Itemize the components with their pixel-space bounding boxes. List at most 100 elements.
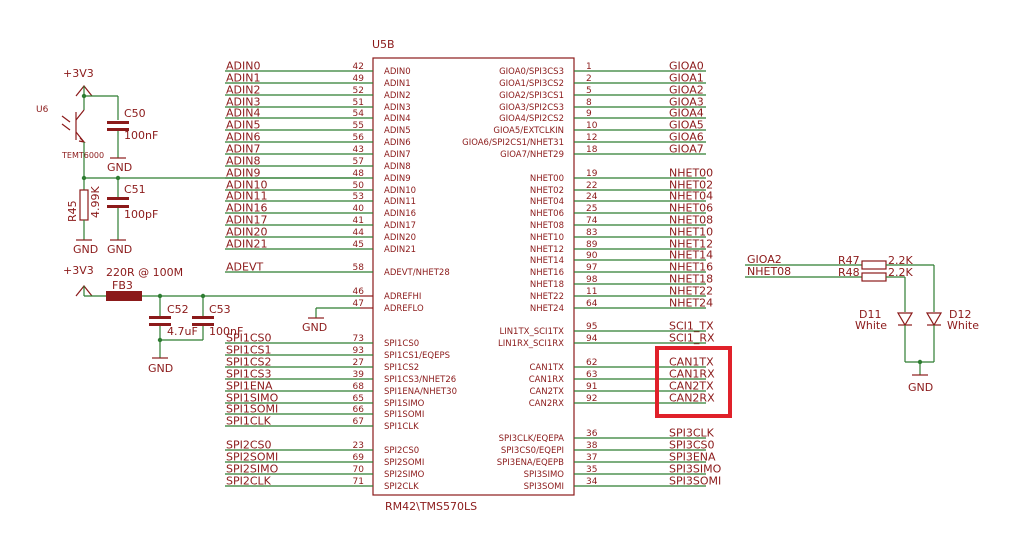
d12-led	[925, 312, 943, 327]
pin-name: ADIN7	[384, 150, 411, 160]
pin-name: NHET10	[530, 233, 564, 243]
vcc-label-1: +3V3	[63, 67, 94, 80]
pin-name: CAN1TX	[529, 363, 564, 373]
c53-value: 100nF	[209, 325, 243, 338]
d11-value: White	[855, 319, 887, 332]
pin-name: NHET04	[530, 197, 564, 207]
schematic-canvas: U5B RM42\TMS570LS ADIN0 42 ADIN0ADIN1 49 ADI…	[36, 38, 979, 513]
pin-number: 90	[586, 251, 598, 261]
ic-left-pins: ADIN0 42 ADIN0ADIN1 49 ADIN1ADIN2 52 ADIN2ADIN…	[225, 60, 457, 492]
pin-number: 38	[586, 441, 598, 451]
pin-name: ADIN0	[384, 67, 411, 77]
pin-name: ADIN4	[384, 114, 411, 124]
c51-capacitor	[107, 197, 129, 208]
c51-value: 100pF	[124, 208, 158, 221]
pin-number: 12	[586, 133, 597, 143]
pin-number: 18	[586, 145, 598, 155]
pin-name: SPI3SIMO	[524, 470, 565, 480]
pin-name: SPI1CS0	[384, 339, 419, 349]
pin-name: ADIN21	[384, 245, 416, 255]
pin-number: 93	[353, 346, 364, 356]
pin-number: 65	[353, 394, 364, 404]
gnd-label-1: GND	[107, 161, 132, 174]
pin-number: 94	[586, 334, 598, 344]
gnd-label-2: GND	[73, 243, 98, 256]
pin-number: 55	[353, 121, 364, 131]
d12-value: White	[947, 319, 979, 332]
pin-number: 45	[353, 240, 364, 250]
gnd-label-led: GND	[908, 381, 933, 394]
c53-ref: C53	[209, 303, 231, 316]
net-label: CAN2RX	[669, 392, 715, 405]
gnd-label-4: GND	[148, 362, 173, 375]
pin-name: CAN2RX	[529, 399, 564, 409]
pin-number: 56	[353, 133, 365, 143]
led-circuit: GIOA2 NHET08 R47 2.2K R48 2.2K D11 White…	[745, 253, 979, 394]
pin-number: 35	[586, 465, 597, 475]
pin-name: ADIN11	[384, 197, 416, 207]
pin-name: CAN2TX	[529, 387, 564, 397]
net-label: SCI1_RX	[669, 332, 715, 345]
pin-name: NHET12	[530, 245, 564, 255]
pin-number: 73	[353, 334, 364, 344]
pin-name: NHET16	[530, 268, 564, 278]
pin-number: 49	[353, 74, 365, 84]
pin-number: 91	[586, 382, 597, 392]
pin-number: 63	[586, 370, 597, 380]
ic-pin-left: ADEVT 58 ADEVT/NHET28	[225, 261, 450, 278]
pin-number: 97	[586, 263, 597, 273]
pin-name: NHET06	[530, 209, 564, 219]
pin-number: 37	[586, 453, 597, 463]
r47-resistor	[861, 260, 887, 270]
pin-name: ADEVT/NHET28	[384, 268, 450, 278]
net-label: SPI2CLK	[226, 475, 272, 488]
pin-number: 36	[586, 429, 598, 439]
pin-name: GIOA2/SPI3CS1	[499, 91, 564, 101]
fb3-ferrite	[106, 291, 142, 301]
pin-number: 62	[586, 358, 597, 368]
pin-name: SPI2CS0	[384, 446, 419, 456]
pin-number: 23	[353, 441, 364, 451]
pin-number: 41	[353, 216, 364, 226]
ic-value-label: RM42\TMS570LS	[385, 500, 477, 513]
pin-name: SPI3CS0/EQEPI	[501, 446, 564, 456]
pin-number: 57	[353, 157, 364, 167]
pin-name: NHET18	[530, 280, 564, 290]
pin-name: SPI1CLK	[384, 422, 419, 432]
u6-phototransistor	[61, 109, 86, 143]
pin-name: SPI3CLK/EQEPA	[499, 434, 565, 444]
pin-name: GIOA0/SPI3CS3	[499, 67, 564, 77]
pin-number: 50	[353, 181, 365, 191]
pin-number: 10	[586, 121, 598, 131]
pin-name: ADIN3	[384, 103, 411, 113]
pin-number: 74	[586, 216, 598, 226]
ic-right-pins: 1GIOA0/SPI3CS3 GIOA02GIOA1/SPI3CS2 GIOA15G…	[462, 60, 721, 493]
pin-number: 43	[353, 145, 364, 155]
pin-number: 67	[353, 417, 364, 427]
c51-ref: C51	[124, 183, 146, 196]
r45-value: 4.99K	[89, 186, 102, 218]
pin-name: ADIN10	[384, 186, 416, 196]
d11-led	[896, 312, 914, 327]
pin-name: GIOA6/SPI2CS1/NHET31	[462, 138, 564, 148]
pin-name: SPI2CLK	[384, 482, 419, 492]
r45-ref: R45	[66, 200, 79, 222]
pin-number: 42	[353, 62, 364, 72]
pin-name: NHET02	[530, 186, 564, 196]
pin-name: SPI2SOMI	[384, 458, 424, 468]
pin-name: GIOA1/SPI3CS2	[499, 79, 564, 89]
pin-number: 71	[353, 477, 364, 487]
pin-name: NHET24	[530, 304, 564, 314]
pin-number: 19	[586, 169, 598, 179]
pin-number: 66	[353, 405, 365, 415]
pin-name: NHET00	[530, 174, 564, 184]
r45-resistor	[79, 189, 89, 221]
c52-value: 4.7uF	[167, 325, 198, 338]
pin-name: SPI3ENA/EQEPB	[497, 458, 564, 468]
pin-number: 58	[353, 263, 365, 273]
pin-name: SPI1CS3/NHET26	[384, 375, 456, 385]
pin-name: ADIN6	[384, 138, 411, 148]
pin-name: GIOA3/SPI2CS3	[499, 103, 564, 113]
pin-name: SPI2SIMO	[384, 470, 425, 480]
net-label: ADEVT	[226, 261, 263, 274]
